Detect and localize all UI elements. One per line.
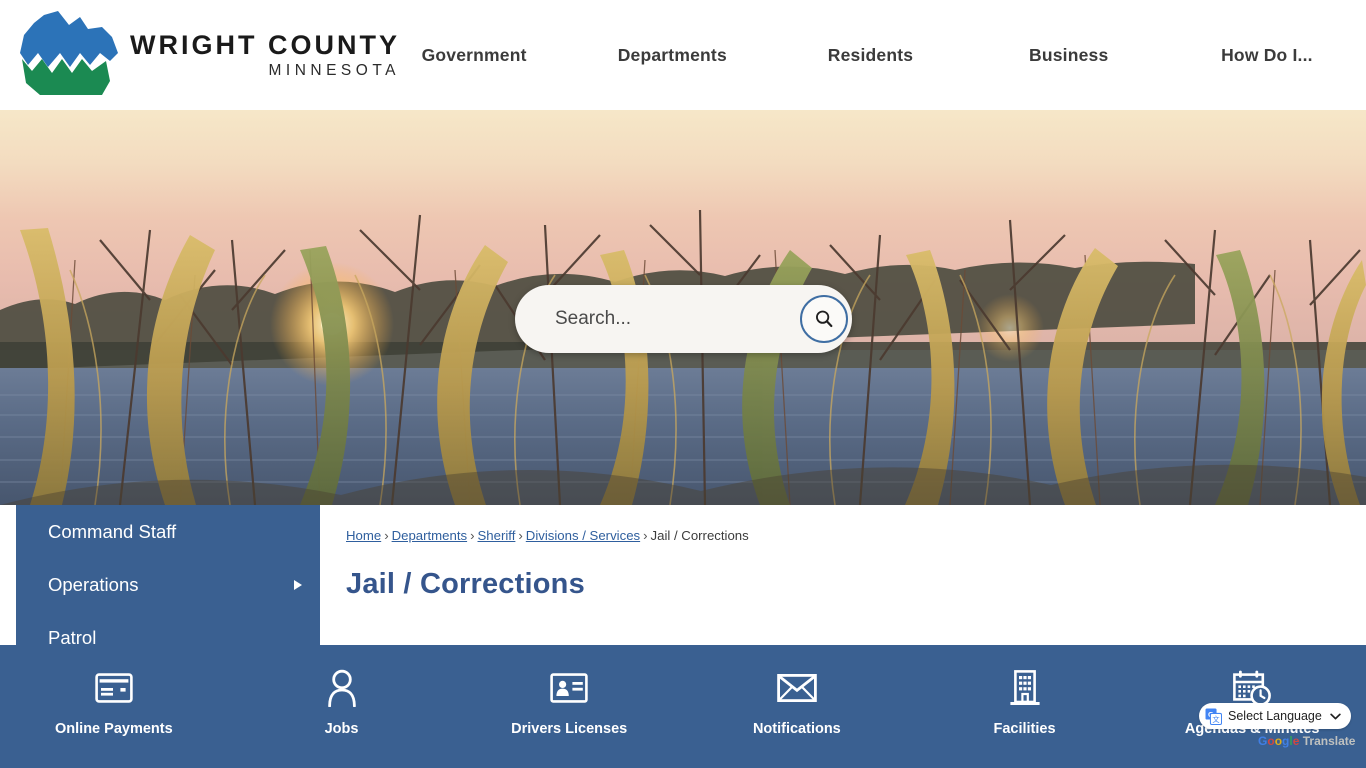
footer-item-notifications[interactable]: Notifications — [683, 645, 911, 768]
footer-item-label: Jobs — [324, 721, 359, 737]
breadcrumb-link-departments[interactable]: Departments — [392, 528, 468, 543]
search-input[interactable] — [515, 285, 800, 353]
envelope-icon — [777, 667, 817, 709]
section-sidebar: Command Staff Operations Patrol — [16, 505, 320, 645]
breadcrumb-separator: › — [384, 528, 389, 543]
breadcrumb-link-home[interactable]: Home — [346, 528, 381, 543]
breadcrumb-separator: › — [470, 528, 475, 543]
search-icon — [816, 310, 833, 328]
logo-title: WRIGHT COUNTY — [130, 29, 400, 60]
brand-letter: o — [1274, 734, 1283, 748]
footer-item-label: Online Payments — [55, 721, 173, 737]
breadcrumb-separator: › — [643, 528, 648, 543]
nav-item-departments[interactable]: Departments — [573, 45, 771, 66]
wright-county-logo-icon — [20, 11, 118, 95]
main-nav: Government Departments Residents Busines… — [375, 0, 1366, 110]
svg-text:文: 文 — [1212, 715, 1219, 724]
brand-letter: o — [1267, 734, 1275, 748]
site-logo[interactable]: WRIGHT COUNTY MINNESOTA — [0, 0, 397, 110]
sidebar-item-label: Patrol — [48, 626, 97, 646]
chevron-down-icon — [1330, 713, 1341, 719]
breadcrumb-separator: › — [518, 528, 523, 543]
person-icon — [326, 667, 358, 709]
credit-card-icon — [95, 667, 133, 709]
nav-item-residents[interactable]: Residents — [771, 45, 969, 66]
footer-item-label: Notifications — [752, 721, 841, 737]
nav-item-business[interactable]: Business — [970, 45, 1168, 66]
language-selector[interactable]: G 文 Select Language — [1199, 703, 1351, 729]
breadcrumb-current: Jail / Corrections — [650, 528, 749, 543]
sidebar-item-command-staff[interactable]: Command Staff — [16, 505, 320, 558]
nav-item-how-do-i[interactable]: How Do I... — [1168, 45, 1366, 66]
sidebar-item-patrol[interactable]: Patrol — [16, 611, 320, 646]
footer-item-label: Facilities — [993, 721, 1056, 737]
breadcrumb-link-sheriff[interactable]: Sheriff — [478, 528, 516, 543]
language-selector-label: Select Language — [1228, 709, 1322, 723]
content-panel: Home › Departments › Sheriff › Divisions / Ser… — [320, 505, 1350, 645]
breadcrumb: Home › Departments › Sheriff › Divisions / Ser… — [346, 528, 749, 543]
building-icon — [1008, 667, 1042, 709]
hero-banner — [0, 110, 1366, 505]
nav-item-government[interactable]: Government — [375, 45, 573, 66]
google-translate-brand: Google Translate — [1258, 734, 1355, 748]
page-title: Jail / Corrections — [346, 568, 585, 600]
footer-item-drivers-licenses[interactable]: Drivers Licenses — [455, 645, 683, 768]
id-card-icon — [550, 667, 588, 709]
brand-suffix: Translate — [1299, 734, 1356, 748]
sidebar-item-label: Command Staff — [48, 520, 177, 542]
google-translate-icon: G 文 — [1205, 708, 1222, 725]
footer-item-jobs[interactable]: Jobs — [228, 645, 456, 768]
breadcrumb-link-divisions[interactable]: Divisions / Services — [526, 528, 640, 543]
brand-letter: G — [1258, 734, 1268, 748]
footer-item-online-payments[interactable]: Online Payments — [0, 645, 228, 768]
logo-subtitle: MINNESOTA — [268, 61, 400, 79]
sidebar-item-label: Operations — [48, 573, 139, 595]
quick-links-footer: Online Payments Jobs Drivers Licenses No… — [0, 645, 1366, 768]
footer-item-facilities[interactable]: Facilities — [911, 645, 1139, 768]
chevron-right-icon — [294, 579, 302, 590]
search-button[interactable] — [800, 295, 848, 343]
sidebar-item-operations[interactable]: Operations — [16, 558, 320, 611]
site-header: WRIGHT COUNTY MINNESOTA Government Depar… — [0, 0, 1366, 110]
footer-item-label: Drivers Licenses — [511, 721, 628, 737]
site-search[interactable] — [515, 285, 852, 353]
